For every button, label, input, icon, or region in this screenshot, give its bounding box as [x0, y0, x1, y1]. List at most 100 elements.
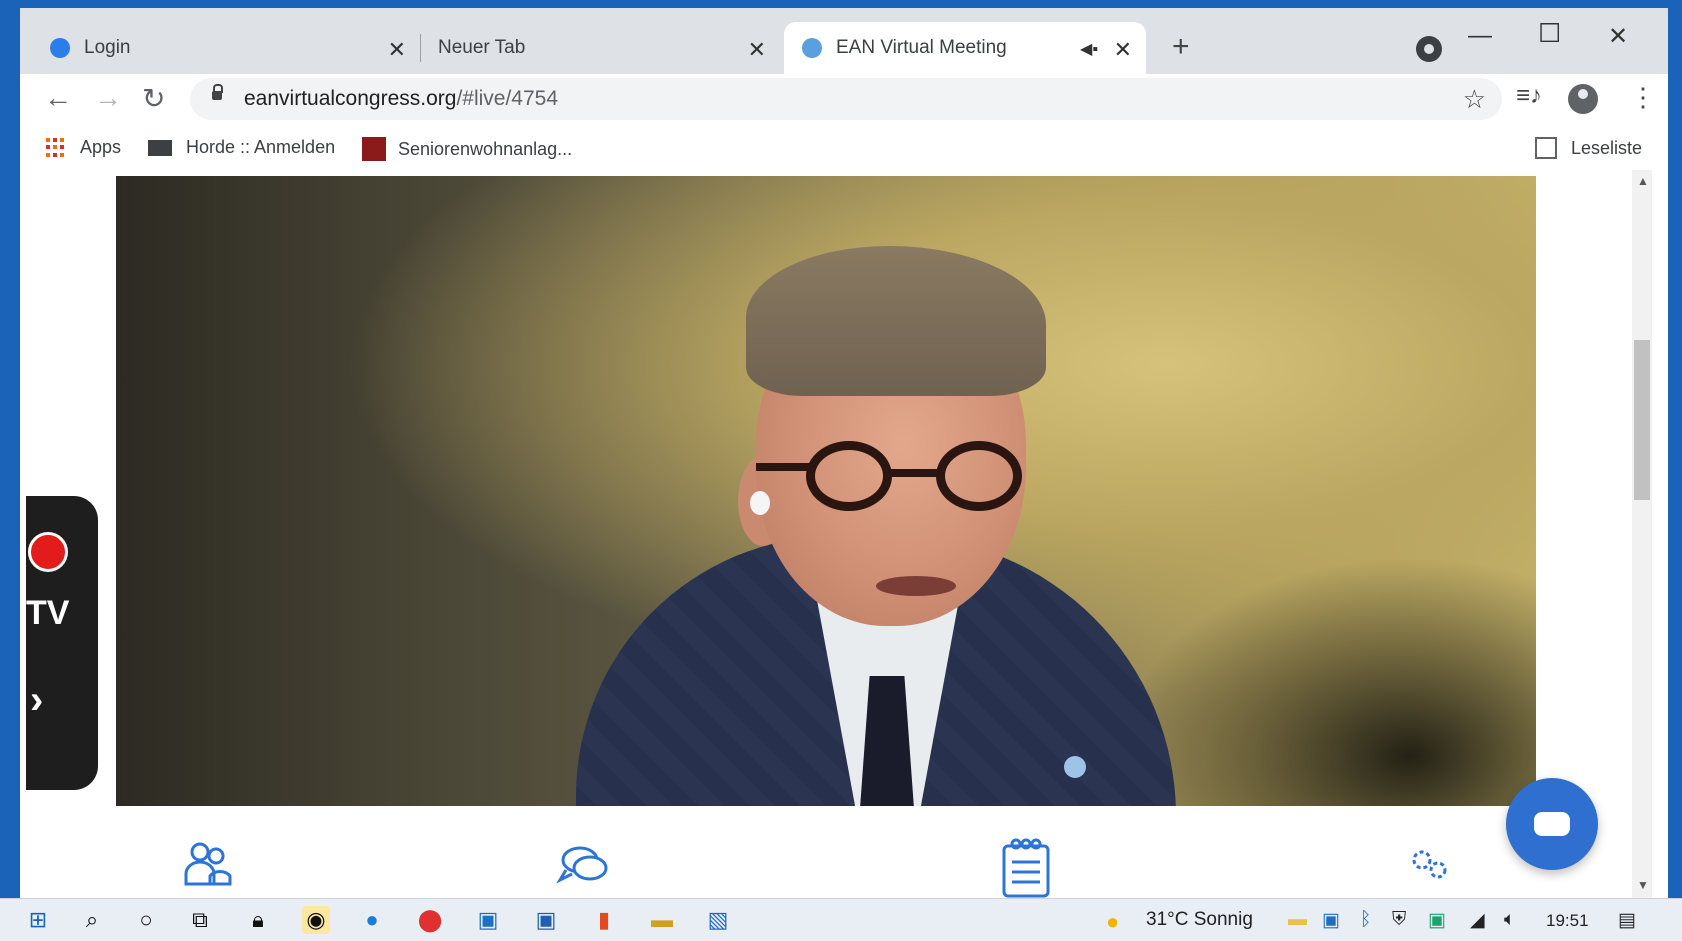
bookmark-label: Horde :: Anmelden	[186, 137, 336, 157]
folder-tray-icon[interactable]: ▬	[1288, 909, 1307, 931]
scroll-up-arrow-icon[interactable]: ▲	[1637, 174, 1649, 188]
adblock-icon[interactable]: ⬤	[416, 906, 444, 934]
cortana-icon[interactable]: ○	[132, 906, 160, 934]
close-icon[interactable]: ✕	[748, 37, 766, 63]
window-right-border	[1668, 0, 1682, 900]
window-close-icon[interactable]: ✕	[1608, 22, 1628, 51]
lock-icon[interactable]	[212, 84, 223, 100]
weather-text[interactable]: 31°C Sonnig	[1146, 909, 1253, 931]
reading-list-icon	[1534, 137, 1557, 159]
bookmarks-bar: Apps Horde :: Anmelden Seniorenwohnanlag…	[20, 126, 1668, 170]
store-icon[interactable]: 🔒︎	[244, 906, 272, 934]
tab-strip: Login ✕ Neuer Tab ✕ EAN Virtual Meeting …	[20, 8, 1668, 74]
reading-list-button[interactable]: Leseliste	[1534, 137, 1642, 159]
security-tray-icon[interactable]: ⛨	[1392, 909, 1406, 931]
glasses-temple	[756, 463, 810, 471]
back-arrow-icon[interactable]: ←	[44, 82, 72, 114]
glasses-lens-right	[936, 441, 1022, 511]
hair	[746, 246, 1046, 396]
bookmark-label: Seniorenwohnanlag...	[398, 138, 573, 159]
mail-icon	[148, 139, 172, 156]
tab-search-icon[interactable]	[1416, 36, 1442, 62]
expand-chevron-icon[interactable]: ›	[30, 678, 43, 723]
senioren-site-icon	[362, 137, 386, 161]
browser-window: Login ✕ Neuer Tab ✕ EAN Virtual Meeting …	[0, 0, 1682, 941]
tab-ean-virtual-meeting[interactable]: EAN Virtual Meeting ◀▪ ✕	[784, 22, 1146, 74]
chrome-icon[interactable]: ◉	[302, 906, 330, 934]
lapel-pin	[1064, 756, 1086, 778]
close-icon[interactable]: ✕	[1114, 37, 1132, 63]
glasses-lens-left	[806, 441, 892, 511]
menu-kebab-icon[interactable]: ⋮	[1630, 82, 1656, 113]
tv-side-panel[interactable]: TV ›	[26, 496, 98, 790]
reload-icon[interactable]: ↻	[142, 82, 165, 115]
clock-time[interactable]: 19:51	[1546, 911, 1589, 931]
glasses-bridge	[888, 469, 940, 477]
mouth	[876, 576, 956, 596]
bookmark-horde[interactable]: Horde :: Anmelden	[148, 137, 335, 158]
live-video-stream[interactable]	[116, 176, 1536, 806]
minimize-icon[interactable]: —	[1468, 22, 1492, 50]
tab-label: EAN Virtual Meeting	[836, 37, 1007, 58]
tab-label: Neuer Tab	[438, 37, 526, 58]
page-scrollbar[interactable]: ▲ ▼	[1632, 170, 1652, 898]
close-icon[interactable]: ✕	[388, 37, 406, 63]
tab-new-tab[interactable]: Neuer Tab ✕	[420, 22, 780, 74]
page-content: TV › ▲ ▼	[20, 170, 1652, 898]
meeting-bottom-bar	[20, 806, 1652, 898]
windows-start-icon[interactable]: ⊞	[24, 906, 52, 934]
outlook-icon[interactable]: ▣	[474, 906, 502, 934]
remote-desktop-icon[interactable]: ▧	[704, 906, 732, 934]
bookmark-senioren[interactable]: Seniorenwohnanlag...	[362, 137, 572, 161]
background-shadow	[1116, 556, 1536, 806]
weather-sun-icon[interactable]: ●	[1106, 909, 1119, 935]
url-text[interactable]: eanvirtualcongress.org/#live/4754	[244, 87, 558, 111]
word-icon[interactable]: ▣	[532, 906, 560, 934]
address-bar[interactable]: eanvirtualcongress.org/#live/4754 ☆	[190, 78, 1502, 120]
earbud	[750, 491, 770, 515]
windows-taskbar: ⊞ ⌕ ○ ⧉ 🔒︎ ◉ ● ⬤ ▣ ▣ ▮ ▬ ▧ ● 31°C Sonnig…	[0, 898, 1682, 941]
chat-bubble-button[interactable]	[1506, 778, 1598, 870]
tv-label: TV	[26, 594, 70, 632]
bookmark-apps[interactable]: Apps	[46, 137, 121, 158]
agenda-icon[interactable]	[998, 836, 1054, 898]
search-icon[interactable]: ⌕	[78, 906, 106, 934]
ean-favicon-icon	[802, 38, 822, 58]
window-top-border	[0, 0, 1682, 8]
login-favicon-icon	[50, 38, 70, 58]
bluetooth-icon[interactable]: ᛒ	[1360, 909, 1371, 931]
media-control-icon[interactable]: ≡♪	[1516, 82, 1542, 110]
scrollbar-thumb[interactable]	[1634, 340, 1650, 500]
url-host: eanvirtualcongress.org	[244, 87, 457, 110]
browser-toolbar: ← → ↻ eanvirtualcongress.org/#live/4754 …	[20, 74, 1668, 126]
reading-list-label: Leseliste	[1570, 137, 1642, 158]
bookmark-label: Apps	[80, 137, 122, 157]
task-view-icon[interactable]: ⧉	[186, 906, 214, 934]
chat-icon[interactable]	[556, 836, 612, 892]
outlook-tray-icon[interactable]: ▣	[1322, 909, 1340, 932]
tab-login[interactable]: Login ✕	[50, 22, 420, 74]
url-path: /#live/4754	[456, 87, 559, 110]
window-left-border	[0, 0, 20, 900]
save-tray-icon[interactable]: ▣	[1428, 909, 1446, 932]
apps-grid-icon	[46, 137, 66, 158]
glasses	[756, 441, 1036, 511]
edge-icon[interactable]: ●	[358, 906, 386, 934]
record-icon	[28, 532, 68, 572]
notification-center-icon[interactable]: ▤	[1618, 909, 1636, 932]
volume-icon[interactable]: 🔈︎	[1504, 909, 1515, 931]
scroll-down-arrow-icon[interactable]: ▼	[1637, 878, 1649, 892]
attendees-icon[interactable]	[180, 836, 236, 892]
speaker-figure	[576, 206, 1176, 806]
new-tab-plus-icon[interactable]: +	[1172, 30, 1190, 64]
file-explorer-icon[interactable]: ▬	[648, 906, 676, 934]
speaker-mute-icon[interactable]: ◀▪	[1080, 39, 1098, 59]
network-icon[interactable]: ◢	[1470, 909, 1485, 932]
forward-arrow-icon[interactable]: →	[94, 82, 122, 114]
profile-avatar-icon[interactable]	[1568, 84, 1598, 114]
maximize-icon[interactable]: ☐	[1538, 18, 1561, 49]
tab-label: Login	[84, 37, 131, 58]
settings-icon[interactable]	[1400, 836, 1456, 892]
bookmark-star-icon[interactable]: ☆	[1463, 84, 1486, 115]
office-icon[interactable]: ▮	[590, 906, 618, 934]
